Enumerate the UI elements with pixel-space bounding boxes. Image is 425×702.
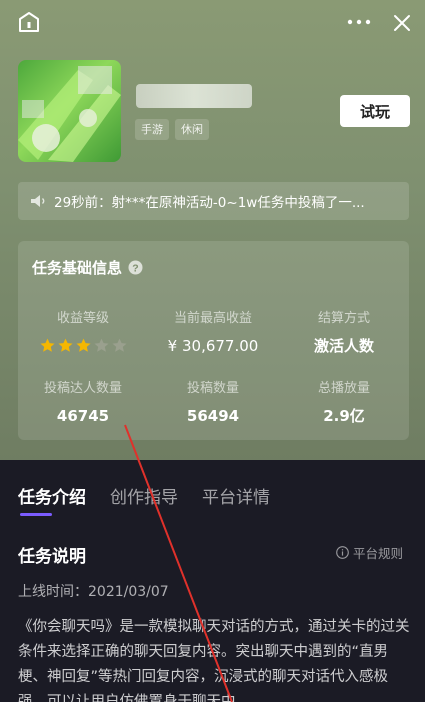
info-title: 任务基础信息 ? <box>32 257 143 278</box>
stat-value: 2.9亿 <box>323 407 365 425</box>
speaker-icon <box>31 195 45 207</box>
stat-value: ¥ 30,677.00 <box>167 337 259 355</box>
stat-label: 总播放量 <box>317 381 370 396</box>
rating-stars <box>18 338 148 353</box>
stat-label: 收益等级 <box>56 311 109 326</box>
star-empty-icon <box>94 338 108 352</box>
ticker-text: 29秒前：射***在原神活动-0~1w任务中投稿了一... <box>54 195 365 211</box>
stat-settlement: 结算方式 激活人数 <box>279 310 409 356</box>
tab-creation-guide[interactable]: 创作指导 <box>110 487 178 509</box>
tab-platform-details[interactable]: 平台详情 <box>202 487 270 509</box>
tag: 手游 <box>135 119 169 140</box>
stat-creators: 投稿达人数量 46745 <box>18 380 148 426</box>
star-filled-icon <box>76 338 90 352</box>
home-icon[interactable] <box>17 11 41 33</box>
more-dots-icon[interactable] <box>346 12 372 32</box>
task-info-card: 任务基础信息 ? 收益等级 当前最高收益 ¥ 30,677.00 结算方式 激活… <box>18 241 409 440</box>
stat-label: 投稿达人数量 <box>43 381 122 396</box>
stat-value: 46745 <box>56 407 110 425</box>
tab-task-intro[interactable]: 任务介绍 <box>18 487 86 509</box>
try-play-button[interactable]: 试玩 <box>340 95 410 127</box>
info-icon <box>336 546 349 559</box>
game-name-redacted <box>136 84 252 108</box>
online-time: 上线时间：2021/03/07 <box>18 584 169 600</box>
svg-text:?: ? <box>132 262 138 274</box>
platform-rules-label: 平台规则 <box>353 546 404 561</box>
section-title: 任务说明 <box>18 547 86 567</box>
stat-submissions: 投稿数量 56494 <box>148 380 278 426</box>
stat-value: 56494 <box>186 407 240 425</box>
activity-ticker[interactable]: 29秒前：射***在原神活动-0~1w任务中投稿了一... <box>18 182 409 220</box>
star-filled-icon <box>58 338 72 352</box>
stat-value: 激活人数 <box>313 337 374 355</box>
task-description: 《你会聊天吗》是一款模拟聊天对话的方式，通过关卡的过关条件来选择正确的聊天回复内… <box>18 619 410 702</box>
game-tags: 手游 休闲 <box>135 119 209 140</box>
close-icon[interactable] <box>392 13 412 33</box>
content-panel: 任务介绍 创作指导 平台详情 任务说明 平台规则 上线时间：2021/03/07… <box>0 460 425 702</box>
info-title-text: 任务基础信息 <box>32 259 123 277</box>
star-empty-icon <box>112 338 126 352</box>
platform-rules-link[interactable]: 平台规则 <box>336 543 403 562</box>
game-icon-image[interactable] <box>18 60 121 162</box>
stat-label: 投稿数量 <box>186 381 239 396</box>
stat-plays: 总播放量 2.9亿 <box>279 380 409 426</box>
help-icon[interactable]: ? <box>128 260 143 275</box>
stat-label: 结算方式 <box>317 311 370 326</box>
tag: 休闲 <box>175 119 209 140</box>
stat-label: 当前最高收益 <box>173 311 252 326</box>
star-filled-icon <box>40 338 54 352</box>
stat-max-earning: 当前最高收益 ¥ 30,677.00 <box>148 310 278 356</box>
stat-earning-level: 收益等级 <box>18 310 148 353</box>
header-area: 手游 休闲 试玩 29秒前：射***在原神活动-0~1w任务中投稿了一... 任… <box>0 0 425 462</box>
active-tab-indicator <box>20 513 52 516</box>
tab-bar: 任务介绍 创作指导 平台详情 <box>18 487 270 509</box>
